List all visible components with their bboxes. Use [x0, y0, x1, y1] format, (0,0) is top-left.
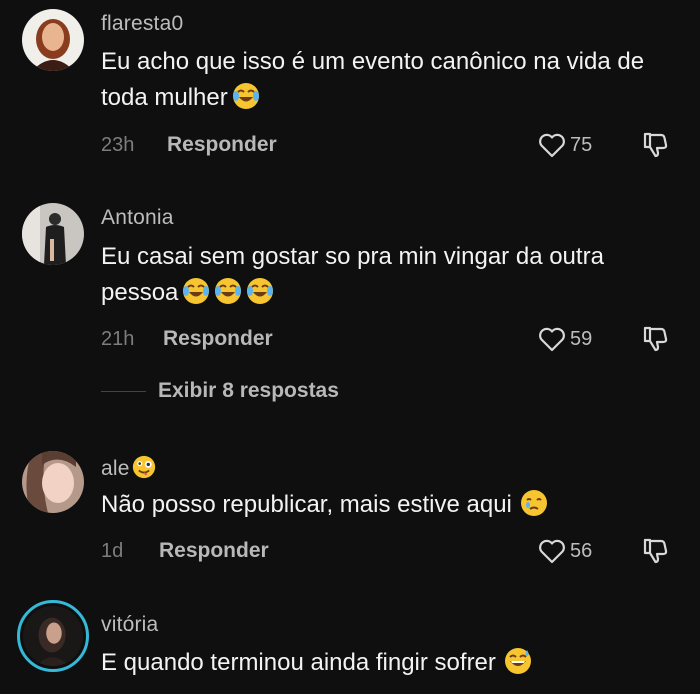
comment-text: E quando terminou ainda fingir sofrer [101, 645, 661, 681]
like-count: 75 [570, 133, 593, 156]
face-with-tears-of-joy-icon [246, 277, 274, 305]
heart-outline-icon [539, 327, 565, 352]
like-button[interactable]: 75 [538, 130, 592, 160]
face-with-tears-of-joy-icon [214, 277, 242, 305]
reply-button[interactable]: Responder [159, 539, 269, 563]
comment-timestamp: 1d [101, 540, 124, 562]
comment-text: Eu casai sem gostar so pra min vingar da… [101, 243, 604, 306]
comment-text: Eu acho que isso é um evento canônico na… [101, 48, 645, 111]
comment-username[interactable]: vitória [101, 613, 158, 637]
heart-outline-icon [539, 539, 565, 564]
like-button[interactable]: 56 [538, 536, 592, 566]
comment-username[interactable]: Antonia [101, 206, 174, 230]
comment-username[interactable]: ale [101, 455, 156, 481]
thumbs-down-icon[interactable] [640, 324, 670, 354]
face-holding-back-tears-icon [520, 489, 548, 517]
avatar[interactable] [22, 203, 84, 265]
like-count: 59 [570, 327, 593, 350]
avatar[interactable] [22, 451, 84, 513]
avatar[interactable] [22, 9, 84, 71]
thumbs-down-icon[interactable] [640, 130, 670, 160]
like-count: 56 [570, 539, 593, 562]
face-with-tears-of-joy-icon [182, 277, 210, 305]
reply-button[interactable]: Responder [167, 133, 277, 157]
face-with-tears-of-joy-icon [232, 82, 260, 110]
reply-button[interactable]: Responder [163, 327, 273, 351]
like-button[interactable]: 59 [538, 324, 592, 354]
zany-face-icon [132, 455, 156, 479]
view-replies-button[interactable]: Exibir 8 respostas [158, 379, 339, 403]
replies-divider [101, 391, 146, 392]
avatar[interactable] [23, 606, 83, 666]
comment-timestamp: 21h [101, 328, 135, 350]
thumbs-down-icon[interactable] [640, 536, 670, 566]
comment-username[interactable]: flaresta0 [101, 12, 183, 36]
comment-timestamp: 23h [101, 134, 135, 156]
comment-text: Não posso republicar, mais estive aqui [101, 487, 661, 523]
grinning-face-with-sweat-icon [504, 647, 532, 675]
heart-outline-icon [539, 133, 565, 158]
